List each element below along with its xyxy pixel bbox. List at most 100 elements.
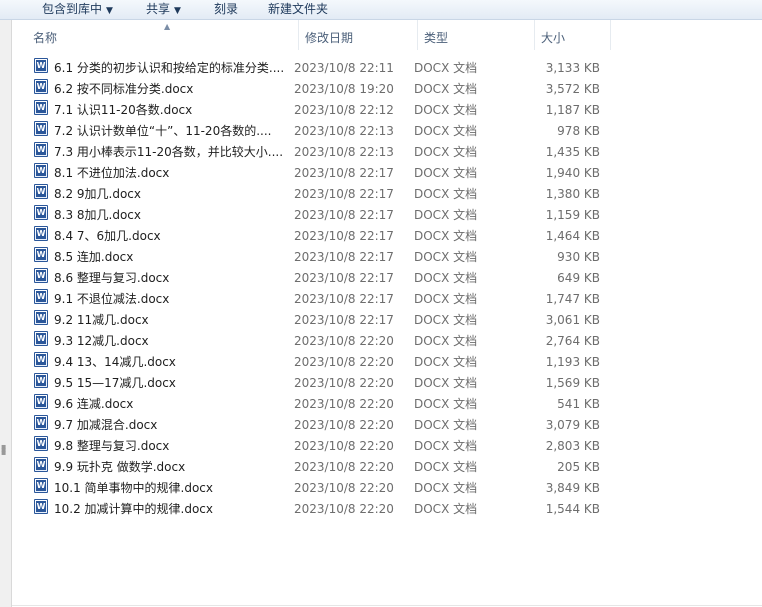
file-date: 2023/10/8 22:17 — [294, 313, 394, 327]
share-button[interactable]: 共享 ▼ — [146, 0, 181, 19]
column-date-label: 修改日期 — [305, 31, 354, 45]
word-document-icon — [34, 499, 48, 514]
column-name-label: 名称 — [33, 31, 58, 45]
word-document-icon — [34, 79, 48, 94]
word-document-icon — [34, 121, 48, 136]
file-size: 541 KB — [557, 397, 600, 411]
file-type: DOCX 文档 — [414, 229, 478, 243]
column-header-size[interactable]: 大小 — [535, 20, 611, 50]
file-name: 9.5 15—17减几.docx — [54, 376, 176, 390]
word-document-icon — [34, 205, 48, 220]
file-size: 1,747 KB — [545, 292, 600, 306]
file-date: 2023/10/8 22:12 — [294, 103, 394, 117]
word-document-icon — [34, 163, 48, 178]
file-name: 8.5 连加.docx — [54, 250, 134, 264]
file-name: 10.1 简单事物中的规律.docx — [54, 481, 214, 495]
file-row[interactable]: 9.3 12减几.docx 2023/10/8 22:20 DOCX 文档 2,764… — [12, 331, 762, 352]
file-type: DOCX 文档 — [414, 271, 478, 285]
file-type: DOCX 文档 — [414, 145, 478, 159]
file-row[interactable]: 8.6 整理与复习.docx 2023/10/8 22:17 DOCX 文档 649 … — [12, 268, 762, 289]
file-date: 2023/10/8 22:17 — [294, 166, 394, 180]
file-date: 2023/10/8 22:20 — [294, 502, 394, 516]
word-document-icon — [34, 289, 48, 304]
command-toolbar: 包含到库中 ▼ 共享 ▼ 刻录 新建文件夹 — [0, 0, 762, 20]
file-row[interactable]: 8.5 连加.docx 2023/10/8 22:17 DOCX 文档 930 KB — [12, 247, 762, 268]
word-document-icon — [34, 226, 48, 241]
file-date: 2023/10/8 22:20 — [294, 397, 394, 411]
splitter-grip-icon[interactable]: ▪ ▪ ▪ — [1, 443, 9, 457]
column-header-type[interactable]: 类型 — [418, 20, 535, 50]
file-row[interactable]: 10.1 简单事物中的规律.docx 2023/10/8 22:20 DOCX 文档… — [12, 478, 762, 499]
file-name: 9.8 整理与复习.docx — [54, 439, 170, 453]
file-type: DOCX 文档 — [414, 292, 478, 306]
file-row[interactable]: 9.1 不退位减法.docx 2023/10/8 22:17 DOCX 文档 1,74… — [12, 289, 762, 310]
file-date: 2023/10/8 19:20 — [294, 82, 394, 96]
file-name: 8.1 不进位加法.docx — [54, 166, 170, 180]
burn-label: 刻录 — [214, 2, 239, 16]
file-row[interactable]: 8.1 不进位加法.docx 2023/10/8 22:17 DOCX 文档 1,94… — [12, 163, 762, 184]
file-row[interactable]: 9.5 15—17减几.docx 2023/10/8 22:20 DOCX 文档 1,… — [12, 373, 762, 394]
word-document-icon — [34, 373, 48, 388]
column-type-label: 类型 — [424, 31, 449, 45]
file-row[interactable]: 7.2 认识计数单位“十”、11-20各数的.... 2023/10/8 22:1… — [12, 121, 762, 142]
column-header-name[interactable]: 名称 — [27, 20, 299, 50]
word-document-icon — [34, 457, 48, 472]
file-date: 2023/10/8 22:13 — [294, 124, 394, 138]
word-document-icon — [34, 100, 48, 115]
word-document-icon — [34, 268, 48, 283]
file-type: DOCX 文档 — [414, 208, 478, 222]
word-document-icon — [34, 331, 48, 346]
new-folder-button[interactable]: 新建文件夹 — [268, 0, 328, 19]
file-row[interactable]: 9.4 13、14减几.docx 2023/10/8 22:20 DOCX 文档 1,… — [12, 352, 762, 373]
file-row[interactable]: 6.1 分类的初步认识和按给定的标准分类.... 2023/10/8 22:11 D… — [12, 58, 762, 79]
column-header-date[interactable]: 修改日期 — [299, 20, 418, 50]
file-row[interactable]: 9.8 整理与复习.docx 2023/10/8 22:20 DOCX 文档 2,80… — [12, 436, 762, 457]
file-row[interactable]: 9.2 11减几.docx 2023/10/8 22:17 DOCX 文档 3,061… — [12, 310, 762, 331]
file-name: 6.1 分类的初步认识和按给定的标准分类.... — [54, 61, 285, 75]
file-size: 3,572 KB — [545, 82, 600, 96]
file-type: DOCX 文档 — [414, 418, 478, 432]
file-type: DOCX 文档 — [414, 376, 478, 390]
file-date: 2023/10/8 22:17 — [294, 229, 394, 243]
file-size: 3,849 KB — [545, 481, 600, 495]
file-row[interactable]: 8.4 7、6加几.docx 2023/10/8 22:17 DOCX 文档 1,46… — [12, 226, 762, 247]
burn-button[interactable]: 刻录 — [214, 0, 238, 19]
file-type: DOCX 文档 — [414, 103, 478, 117]
word-document-icon — [34, 478, 48, 493]
file-size: 205 KB — [557, 460, 600, 474]
file-date: 2023/10/8 22:11 — [294, 61, 394, 75]
file-row[interactable]: 9.9 玩扑克 做数学.docx 2023/10/8 22:20 DOCX 文档 20… — [12, 457, 762, 478]
file-date: 2023/10/8 22:17 — [294, 292, 394, 306]
file-size: 1,464 KB — [545, 229, 600, 243]
file-row[interactable]: 9.7 加减混合.docx 2023/10/8 22:20 DOCX 文档 3,079… — [12, 415, 762, 436]
file-size: 1,187 KB — [545, 103, 600, 117]
word-document-icon — [34, 415, 48, 430]
share-label: 共享 — [146, 2, 171, 16]
chevron-down-icon: ▼ — [106, 6, 113, 16]
file-date: 2023/10/8 22:20 — [294, 376, 394, 390]
file-name: 9.3 12减几.docx — [54, 334, 149, 348]
file-date: 2023/10/8 22:20 — [294, 334, 394, 348]
file-row[interactable]: 8.2 9加几.docx 2023/10/8 22:17 DOCX 文档 1,380 … — [12, 184, 762, 205]
file-date: 2023/10/8 22:17 — [294, 208, 394, 222]
file-row[interactable]: 10.2 加减计算中的规律.docx 2023/10/8 22:20 DOCX 文档… — [12, 499, 762, 520]
file-type: DOCX 文档 — [414, 313, 478, 327]
file-size: 3,133 KB — [545, 61, 600, 75]
file-size: 930 KB — [557, 250, 600, 264]
file-size: 3,061 KB — [545, 313, 600, 327]
navigation-pane: ▪ ▪ ▪ — [0, 20, 12, 607]
file-row[interactable]: 7.1 认识11-20各数.docx 2023/10/8 22:12 DOCX 文档… — [12, 100, 762, 121]
file-date: 2023/10/8 22:20 — [294, 460, 394, 474]
file-size: 1,940 KB — [545, 166, 600, 180]
file-row[interactable]: 6.2 按不同标准分类.docx 2023/10/8 19:20 DOCX 文档 3,… — [12, 79, 762, 100]
file-size: 978 KB — [557, 124, 600, 138]
chevron-down-icon: ▼ — [174, 6, 181, 16]
file-row[interactable]: 9.6 连减.docx 2023/10/8 22:20 DOCX 文档 541 KB — [12, 394, 762, 415]
file-name: 6.2 按不同标准分类.docx — [54, 82, 194, 96]
file-type: DOCX 文档 — [414, 166, 478, 180]
file-row[interactable]: 8.3 8加几.docx 2023/10/8 22:17 DOCX 文档 1,159 … — [12, 205, 762, 226]
include-in-library-button[interactable]: 包含到库中 ▼ — [42, 0, 113, 19]
file-size: 2,803 KB — [545, 439, 600, 453]
file-type: DOCX 文档 — [414, 439, 478, 453]
file-row[interactable]: 7.3 用小棒表示11-20各数，并比较大小.... 2023/10/8 22:1… — [12, 142, 762, 163]
